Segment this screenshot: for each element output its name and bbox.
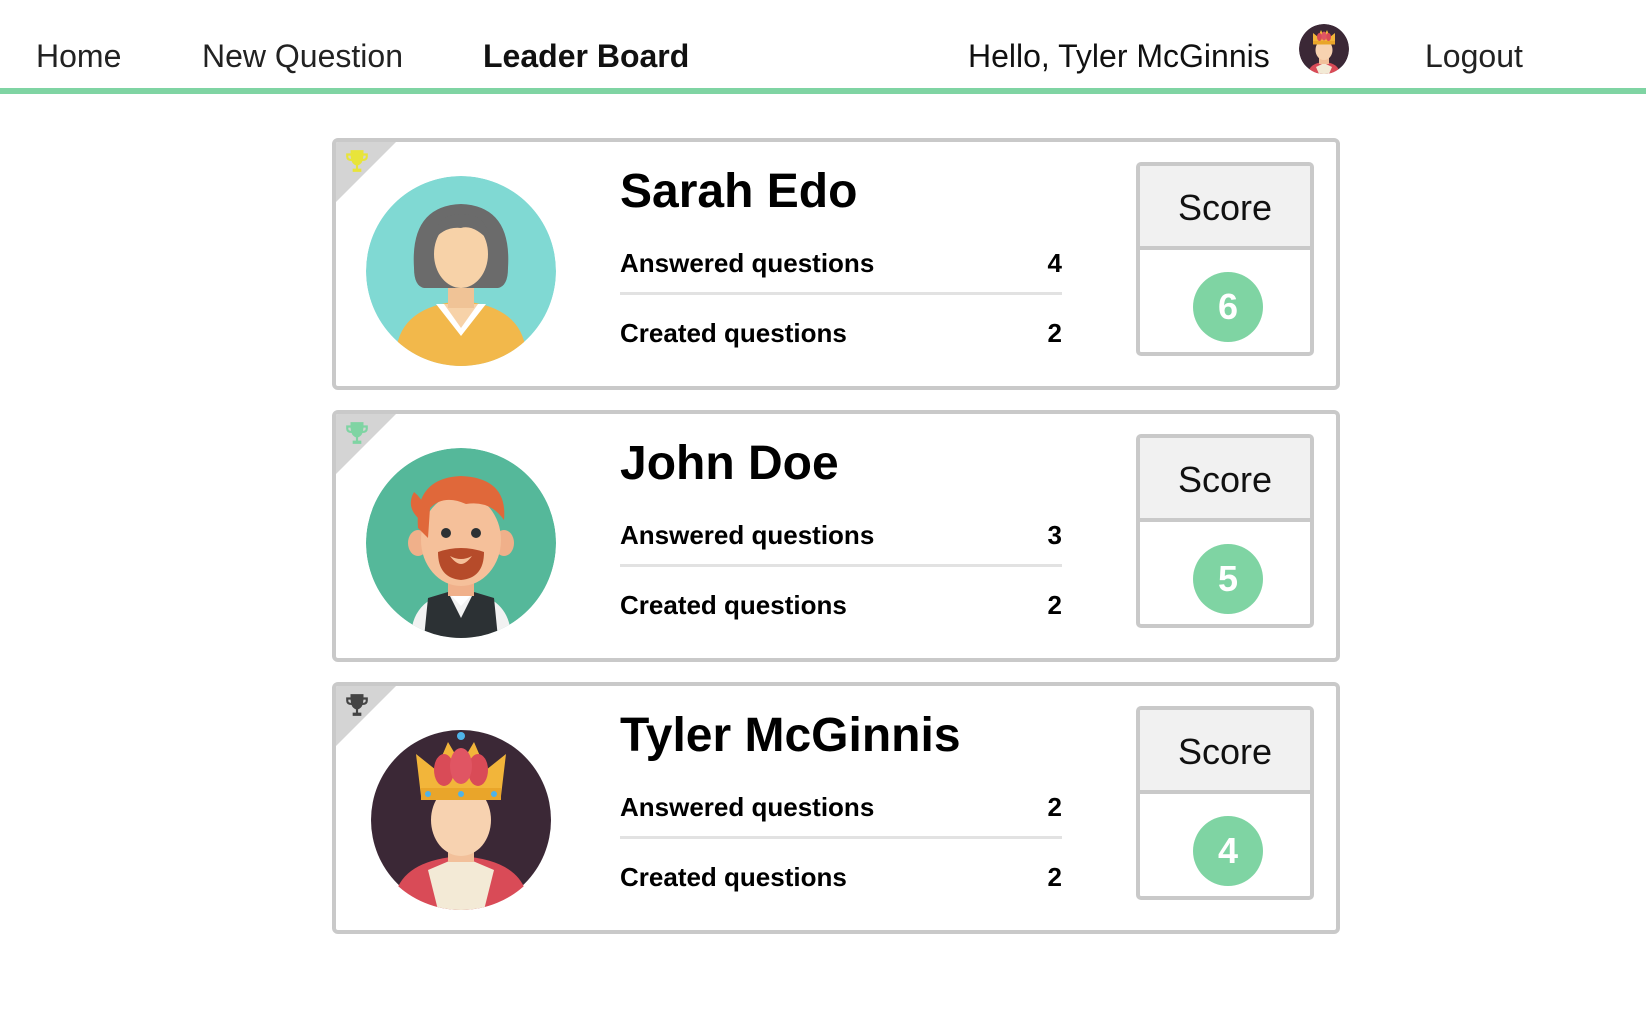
- score-box: Score 6: [1136, 162, 1314, 356]
- score-box: Score 5: [1136, 434, 1314, 628]
- created-questions-value: 2: [1047, 318, 1062, 348]
- answered-questions-label: Answered questions: [620, 520, 875, 550]
- created-questions-label: Created questions: [620, 862, 847, 892]
- nav-home-link[interactable]: Home: [36, 38, 121, 75]
- created-questions-row: Created questions 2: [620, 590, 1062, 621]
- nav-new-question-link[interactable]: New Question: [202, 38, 403, 75]
- created-questions-label: Created questions: [620, 318, 847, 348]
- user-name: Tyler McGinnis: [620, 709, 961, 762]
- nav-leader-board-link[interactable]: Leader Board: [483, 38, 689, 75]
- created-questions-value: 2: [1047, 590, 1062, 620]
- avatar: [366, 176, 556, 366]
- current-user-avatar: [1299, 24, 1349, 74]
- avatar: [366, 448, 556, 638]
- answered-questions-row: Answered questions 2: [620, 792, 1062, 823]
- score-box: Score 4: [1136, 706, 1314, 900]
- trophy-green-icon: [346, 422, 368, 444]
- answered-questions-value: 2: [1047, 792, 1062, 822]
- answered-questions-label: Answered questions: [620, 792, 875, 822]
- leader-card: John Doe Answered questions 3 Created qu…: [332, 410, 1340, 662]
- trophy-dark-icon: [346, 694, 368, 716]
- score-header: Score: [1140, 438, 1310, 522]
- bearded-man-avatar-icon: [366, 448, 556, 638]
- king-avatar-icon: [371, 730, 551, 910]
- score-header: Score: [1140, 166, 1310, 250]
- answered-questions-row: Answered questions 3: [620, 520, 1062, 551]
- leader-card: Sarah Edo Answered questions 4 Created q…: [332, 138, 1340, 390]
- leader-card: Tyler McGinnis Answered questions 2 Crea…: [332, 682, 1340, 934]
- answered-questions-value: 3: [1047, 520, 1062, 550]
- score-value: 5: [1193, 544, 1263, 614]
- leader-board: Sarah Edo Answered questions 4 Created q…: [332, 138, 1340, 954]
- trophy-gold-icon: [346, 150, 368, 172]
- answered-questions-value: 4: [1047, 248, 1062, 278]
- answered-questions-row: Answered questions 4: [620, 248, 1062, 279]
- created-questions-value: 2: [1047, 862, 1062, 892]
- created-questions-label: Created questions: [620, 590, 847, 620]
- user-greeting: Hello, Tyler McGinnis: [968, 38, 1270, 74]
- divider: [620, 292, 1062, 295]
- user-name: Sarah Edo: [620, 165, 858, 218]
- woman-avatar-icon: [366, 176, 556, 366]
- top-nav: Home New Question Leader Board Hello, Ty…: [0, 0, 1646, 94]
- king-avatar-icon: [1299, 24, 1349, 74]
- divider: [620, 836, 1062, 839]
- created-questions-row: Created questions 2: [620, 862, 1062, 893]
- divider: [620, 564, 1062, 567]
- answered-questions-label: Answered questions: [620, 248, 875, 278]
- user-name: John Doe: [620, 437, 839, 490]
- score-value: 4: [1193, 816, 1263, 886]
- avatar: [366, 720, 556, 910]
- created-questions-row: Created questions 2: [620, 318, 1062, 349]
- logout-link[interactable]: Logout: [1425, 38, 1523, 75]
- score-header: Score: [1140, 710, 1310, 794]
- score-value: 6: [1193, 272, 1263, 342]
